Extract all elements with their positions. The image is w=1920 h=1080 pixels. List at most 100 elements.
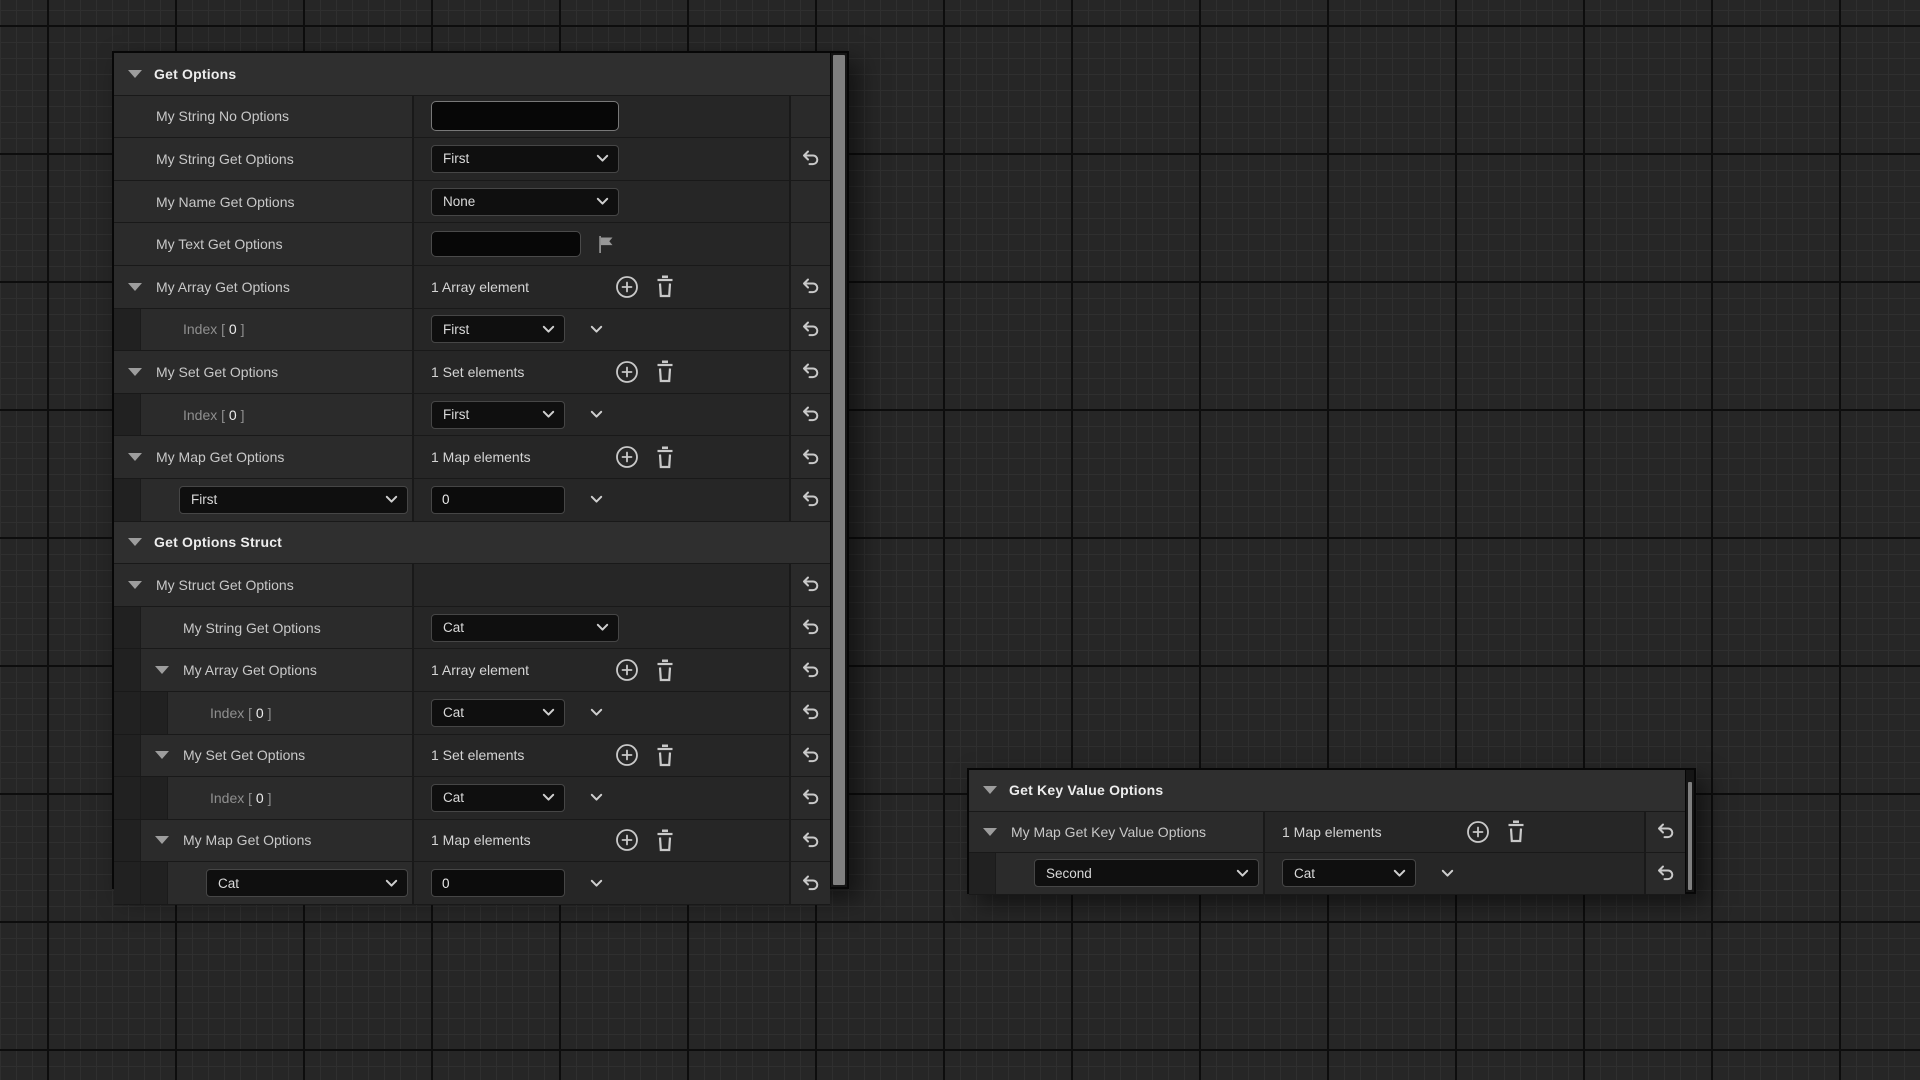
enum-dropdown[interactable]: Cat [431, 614, 619, 642]
category-expander-arrow-icon[interactable] [128, 538, 142, 546]
property-expander-arrow-icon[interactable] [155, 751, 169, 759]
reset-to-default-button[interactable] [791, 777, 830, 819]
add-element-button[interactable] [614, 274, 640, 300]
category-expander-arrow-icon[interactable] [128, 70, 142, 78]
enum-dropdown[interactable]: First [431, 401, 565, 429]
clear-elements-button[interactable] [654, 658, 676, 683]
property-label: My Text Get Options [156, 236, 283, 252]
property-row: Second Cat [969, 853, 1685, 895]
property-row: My String No Options [114, 96, 830, 139]
reset-to-default-button[interactable] [791, 649, 830, 691]
text-value-input[interactable] [431, 101, 619, 131]
element-options-chevron-icon[interactable] [590, 777, 603, 819]
property-value-cell [414, 862, 789, 904]
map-key-dropdown[interactable]: First [179, 486, 408, 514]
property-value-cell: 1 Array element [414, 649, 789, 691]
element-options-chevron-icon[interactable] [590, 309, 603, 351]
panel-content: Get Key Value OptionsMy Map Get Key Valu… [969, 770, 1685, 892]
reset-to-default-button[interactable] [791, 479, 830, 521]
indent-rail [141, 777, 168, 819]
reset-to-default-button[interactable] [791, 351, 830, 393]
category-expander-arrow-icon[interactable] [983, 786, 997, 794]
clear-elements-button[interactable] [654, 828, 676, 853]
property-expander-arrow-icon[interactable] [128, 368, 142, 376]
clear-elements-button[interactable] [1505, 819, 1527, 844]
reset-to-default-button[interactable] [791, 862, 830, 904]
property-row: My Set Get Options1 Set elements [114, 351, 830, 394]
property-expander-arrow-icon[interactable] [128, 283, 142, 291]
reset-to-default-button[interactable] [1646, 812, 1685, 853]
element-options-chevron-icon[interactable] [1441, 853, 1454, 894]
property-value-cell: 1 Map elements [414, 820, 789, 862]
property-expander-arrow-icon[interactable] [128, 581, 142, 589]
property-expander-arrow-icon[interactable] [983, 828, 997, 836]
localization-flag-icon[interactable] [597, 235, 614, 254]
text-value-input[interactable] [431, 231, 581, 257]
vertical-scrollbar[interactable] [830, 53, 847, 887]
enum-dropdown[interactable]: Cat [431, 784, 565, 812]
clear-elements-button[interactable] [654, 274, 676, 299]
enum-dropdown-value: First [443, 322, 469, 337]
enum-dropdown[interactable]: Cat [431, 699, 565, 727]
property-value-cell: First [414, 138, 789, 180]
element-options-chevron-icon[interactable] [590, 692, 603, 734]
category-header[interactable]: Get Options [114, 53, 830, 96]
map-key-value: Cat [218, 876, 239, 891]
property-name-cell: Index [ 0 ] [114, 309, 414, 351]
property-label: My String Get Options [156, 151, 294, 167]
value-input[interactable] [431, 869, 565, 897]
reset-to-default-button[interactable] [791, 692, 830, 734]
enum-dropdown-value: Cat [443, 705, 464, 720]
reset-to-default-button[interactable] [791, 436, 830, 478]
reset-to-default-button[interactable] [791, 309, 830, 351]
property-expander-arrow-icon[interactable] [128, 453, 142, 461]
reset-cell [789, 735, 830, 777]
reset-to-default-button[interactable] [791, 820, 830, 862]
enum-dropdown[interactable]: First [431, 315, 565, 343]
add-element-button[interactable] [614, 827, 640, 853]
enum-dropdown[interactable]: None [431, 188, 619, 216]
value-input[interactable] [431, 486, 565, 514]
reset-to-default-button[interactable] [791, 564, 830, 606]
reset-to-default-button[interactable] [1646, 853, 1685, 894]
container-actions [1465, 812, 1527, 853]
vertical-scrollbar[interactable] [1685, 770, 1694, 892]
scrollbar-thumb[interactable] [1688, 782, 1692, 890]
add-element-button[interactable] [614, 359, 640, 385]
property-expander-arrow-icon[interactable] [155, 836, 169, 844]
reset-to-default-button[interactable] [791, 266, 830, 308]
enum-dropdown[interactable]: First [431, 145, 619, 173]
indent-rail [114, 692, 141, 734]
clear-elements-button[interactable] [654, 743, 676, 768]
add-element-button[interactable] [614, 444, 640, 470]
property-row: My Name Get OptionsNone [114, 181, 830, 224]
map-key-dropdown[interactable]: Second [1034, 859, 1259, 887]
clear-elements-button[interactable] [654, 445, 676, 470]
scrollbar-thumb[interactable] [833, 55, 845, 885]
reset-to-default-button[interactable] [791, 607, 830, 649]
property-value-cell: 1 Set elements [414, 351, 789, 393]
property-name-cell: My Array Get Options [114, 649, 414, 691]
map-key-dropdown[interactable]: Cat [206, 869, 408, 897]
reset-cell [789, 777, 830, 819]
add-element-button[interactable] [1465, 819, 1491, 845]
reset-cell [789, 96, 830, 138]
add-element-button[interactable] [614, 742, 640, 768]
property-row: My Array Get Options1 Array element [114, 649, 830, 692]
property-expander-arrow-icon[interactable] [155, 666, 169, 674]
clear-elements-button[interactable] [654, 359, 676, 384]
enum-dropdown[interactable]: Cat [1282, 859, 1416, 887]
reset-to-default-button[interactable] [791, 138, 830, 180]
element-options-chevron-icon[interactable] [590, 394, 603, 436]
category-header[interactable]: Get Key Value Options [969, 770, 1685, 812]
reset-to-default-button[interactable] [791, 394, 830, 436]
category-header[interactable]: Get Options Struct [114, 522, 830, 565]
element-options-chevron-icon[interactable] [590, 479, 603, 521]
chevron-down-icon [542, 322, 555, 337]
element-options-chevron-icon[interactable] [590, 862, 603, 904]
add-element-button[interactable] [614, 657, 640, 683]
reset-cell [789, 138, 830, 180]
property-value-cell: 1 Set elements [414, 735, 789, 777]
property-name-cell: My String Get Options [114, 607, 414, 649]
reset-to-default-button[interactable] [791, 735, 830, 777]
